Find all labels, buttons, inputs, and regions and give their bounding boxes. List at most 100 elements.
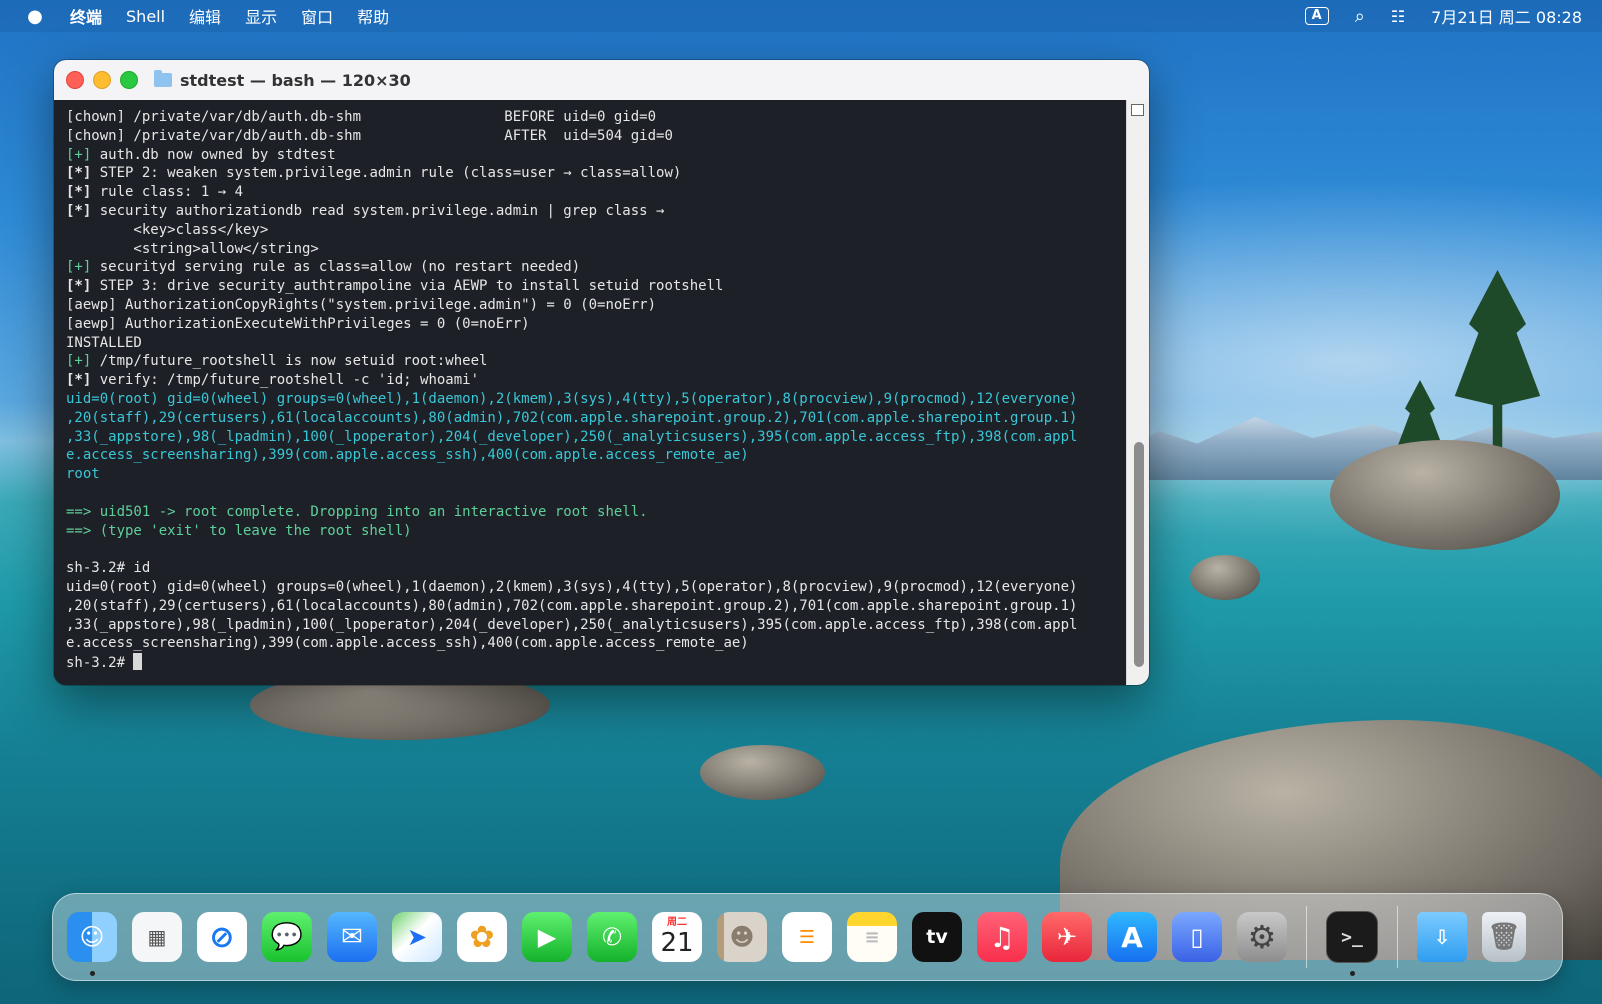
terminal-line: [chown] /private/var/db/auth.db-shm BEFO… bbox=[66, 109, 657, 125]
menu-item-help[interactable]: 帮助 bbox=[357, 4, 389, 28]
terminal-line: ==> uid501 -> root complete. Dropping in… bbox=[66, 503, 648, 520]
dock-terminal-icon[interactable]: >_ bbox=[1326, 911, 1378, 976]
terminal-line: e.access_screensharing),399(com.apple.ac… bbox=[66, 635, 749, 652]
line-text: securityd serving rule as class=allow (n… bbox=[91, 259, 581, 276]
scrollbar-thumb[interactable] bbox=[1134, 442, 1144, 667]
terminal-line: [+] securityd serving rule as class=allo… bbox=[66, 258, 1127, 277]
terminal-line: [*] security authorizationdb read system… bbox=[66, 202, 1127, 221]
scrollbar-menu-icon[interactable] bbox=[1131, 104, 1144, 116]
terminal-line: uid=0(root) gid=0(wheel) groups=0(wheel)… bbox=[66, 390, 1078, 407]
dock: ☺ ▦ ⊘ 💬 ✉ ➤ ✿ ▶ ✆ 周二 21 ☻ ☰ ≡ tv ♫ ✈ A ▯ ⚙ >_ ⇩ 🗑 bbox=[52, 893, 1563, 981]
dock-downloads-icon[interactable]: ⇩ bbox=[1417, 912, 1467, 962]
line-text: rule class: 1 → 4 bbox=[91, 184, 244, 201]
line-prefix: [*] bbox=[66, 278, 92, 295]
terminal-line: [*] rule class: 1 → 4 bbox=[66, 183, 1127, 202]
wallpaper-rock bbox=[700, 745, 825, 800]
dock-reminders-icon[interactable]: ☰ bbox=[782, 912, 832, 962]
menu-bar: ● 终端 Shell 编辑 显示 窗口 帮助 A ⌕ ☷ 7月21日 周二 08… bbox=[0, 0, 1602, 32]
input-method-indicator[interactable]: A bbox=[1304, 7, 1329, 25]
dock-calendar-icon[interactable]: 周二 21 bbox=[652, 912, 702, 962]
line-text: /tmp/future_rootshell is now setuid root… bbox=[91, 353, 488, 370]
menu-item-window[interactable]: 窗口 bbox=[301, 4, 333, 28]
wallpaper-rock bbox=[1330, 440, 1560, 550]
text-cursor bbox=[133, 653, 143, 671]
control-center-icon[interactable]: ☷ bbox=[1391, 7, 1405, 26]
dock-mail-icon[interactable]: ✉ bbox=[327, 912, 377, 962]
terminal-line: [*] STEP 2: weaken system.privilege.admi… bbox=[66, 164, 1127, 183]
terminal-line: [*] verify: /tmp/future_rootshell -c 'id… bbox=[66, 371, 1127, 390]
menubar-clock[interactable]: 7月21日 周二 08:28 bbox=[1431, 4, 1582, 28]
terminal-line: uid=0(root) gid=0(wheel) groups=0(wheel)… bbox=[66, 578, 1078, 595]
terminal-scrollbar[interactable] bbox=[1126, 100, 1149, 685]
line-prefix: [+] bbox=[66, 353, 92, 370]
dock-contacts-icon[interactable]: ☻ bbox=[717, 912, 767, 962]
terminal-line: sh-3.2# id bbox=[66, 560, 151, 577]
line-text: STEP 3: drive security_authtrampoline vi… bbox=[91, 278, 724, 295]
terminal-line: [aewp] AuthorizationExecuteWithPrivilege… bbox=[66, 315, 530, 332]
wallpaper-rock bbox=[1190, 555, 1260, 600]
terminal-line: [+] auth.db now owned by stdtest bbox=[66, 146, 1127, 165]
dock-separator bbox=[1397, 906, 1398, 968]
terminal-line: root bbox=[66, 466, 100, 483]
terminal-line: INSTALLED bbox=[66, 334, 142, 351]
dock-rocket-icon[interactable]: ✈ bbox=[1042, 912, 1092, 962]
dock-phone-icon[interactable]: ✆ bbox=[587, 912, 637, 962]
terminal-prompt-line[interactable]: sh-3.2# bbox=[66, 653, 1127, 672]
terminal-window: stdtest — bash — 120×30 [chown] /private… bbox=[54, 60, 1149, 685]
line-prefix: [*] bbox=[66, 184, 92, 201]
calendar-day: 21 bbox=[660, 928, 694, 958]
line-text: security authorizationdb read system.pri… bbox=[91, 202, 665, 219]
dock-safari-icon[interactable]: ⊘ bbox=[197, 912, 247, 962]
dock-tv-icon[interactable]: tv bbox=[912, 912, 962, 962]
terminal-line: <string>allow</string> bbox=[66, 240, 319, 257]
folder-icon bbox=[154, 70, 172, 87]
zoom-window-button[interactable] bbox=[120, 71, 138, 89]
dock-launchpad-icon[interactable]: ▦ bbox=[132, 912, 182, 962]
line-text: STEP 2: weaken system.privilege.admin ru… bbox=[91, 165, 682, 182]
dock-trash-icon[interactable]: 🗑 bbox=[1482, 912, 1526, 962]
menu-item-terminal[interactable]: 终端 bbox=[70, 4, 102, 28]
line-prefix: [+] bbox=[66, 146, 92, 163]
window-titlebar[interactable]: stdtest — bash — 120×30 bbox=[54, 60, 1149, 101]
window-title: stdtest — bash — 120×30 bbox=[180, 70, 411, 90]
dock-finder-icon[interactable]: ☺ bbox=[67, 912, 117, 976]
dock-iphone-mirroring-icon[interactable]: ▯ bbox=[1172, 912, 1222, 962]
dock-notes-icon[interactable]: ≡ bbox=[847, 912, 897, 962]
terminal-output[interactable]: [chown] /private/var/db/auth.db-shm BEFO… bbox=[54, 100, 1127, 685]
terminal-line: [*] STEP 3: drive security_authtrampolin… bbox=[66, 277, 1127, 296]
line-prefix: [*] bbox=[66, 165, 92, 182]
terminal-line: <key>class</key> bbox=[66, 221, 269, 238]
apple-logo-icon[interactable]: ● bbox=[0, 6, 70, 27]
spotlight-search-icon[interactable]: ⌕ bbox=[1355, 6, 1365, 27]
dock-app-store-icon[interactable]: A bbox=[1107, 912, 1157, 962]
terminal-line: ,20(staff),29(certusers),61(localaccount… bbox=[66, 597, 1078, 614]
dock-separator bbox=[1306, 906, 1307, 968]
terminal-line: [aewp] AuthorizationCopyRights("system.p… bbox=[66, 296, 657, 313]
terminal-line: e.access_screensharing),399(com.apple.ac… bbox=[66, 447, 749, 464]
dock-messages-icon[interactable]: 💬 bbox=[262, 912, 312, 962]
line-text: verify: /tmp/future_rootshell -c 'id; wh… bbox=[91, 372, 480, 389]
shell-prompt: sh-3.2# bbox=[66, 655, 134, 672]
line-text: auth.db now owned by stdtest bbox=[91, 146, 336, 163]
dock-music-icon[interactable]: ♫ bbox=[977, 912, 1027, 962]
menu-item-edit[interactable]: 编辑 bbox=[189, 4, 221, 28]
menu-item-view[interactable]: 显示 bbox=[245, 4, 277, 28]
terminal-line: ==> (type 'exit' to leave the root shell… bbox=[66, 522, 412, 539]
line-prefix: [+] bbox=[66, 259, 92, 276]
calendar-weekday: 周二 bbox=[667, 917, 687, 928]
menu-item-shell[interactable]: Shell bbox=[126, 7, 165, 26]
dock-system-settings-icon[interactable]: ⚙ bbox=[1237, 912, 1287, 962]
running-indicator bbox=[90, 971, 95, 976]
terminal-line: ,33(_appstore),98(_lpadmin),100(_lpopera… bbox=[66, 616, 1078, 633]
line-prefix: [*] bbox=[66, 372, 92, 389]
dock-facetime-icon[interactable]: ▶ bbox=[522, 912, 572, 962]
running-indicator bbox=[1350, 971, 1355, 976]
terminal-line: [chown] /private/var/db/auth.db-shm AFTE… bbox=[66, 127, 673, 144]
minimize-window-button[interactable] bbox=[93, 71, 111, 89]
dock-photos-icon[interactable]: ✿ bbox=[457, 912, 507, 962]
line-prefix: [*] bbox=[66, 202, 92, 219]
close-window-button[interactable] bbox=[66, 71, 84, 89]
dock-maps-icon[interactable]: ➤ bbox=[392, 912, 442, 962]
